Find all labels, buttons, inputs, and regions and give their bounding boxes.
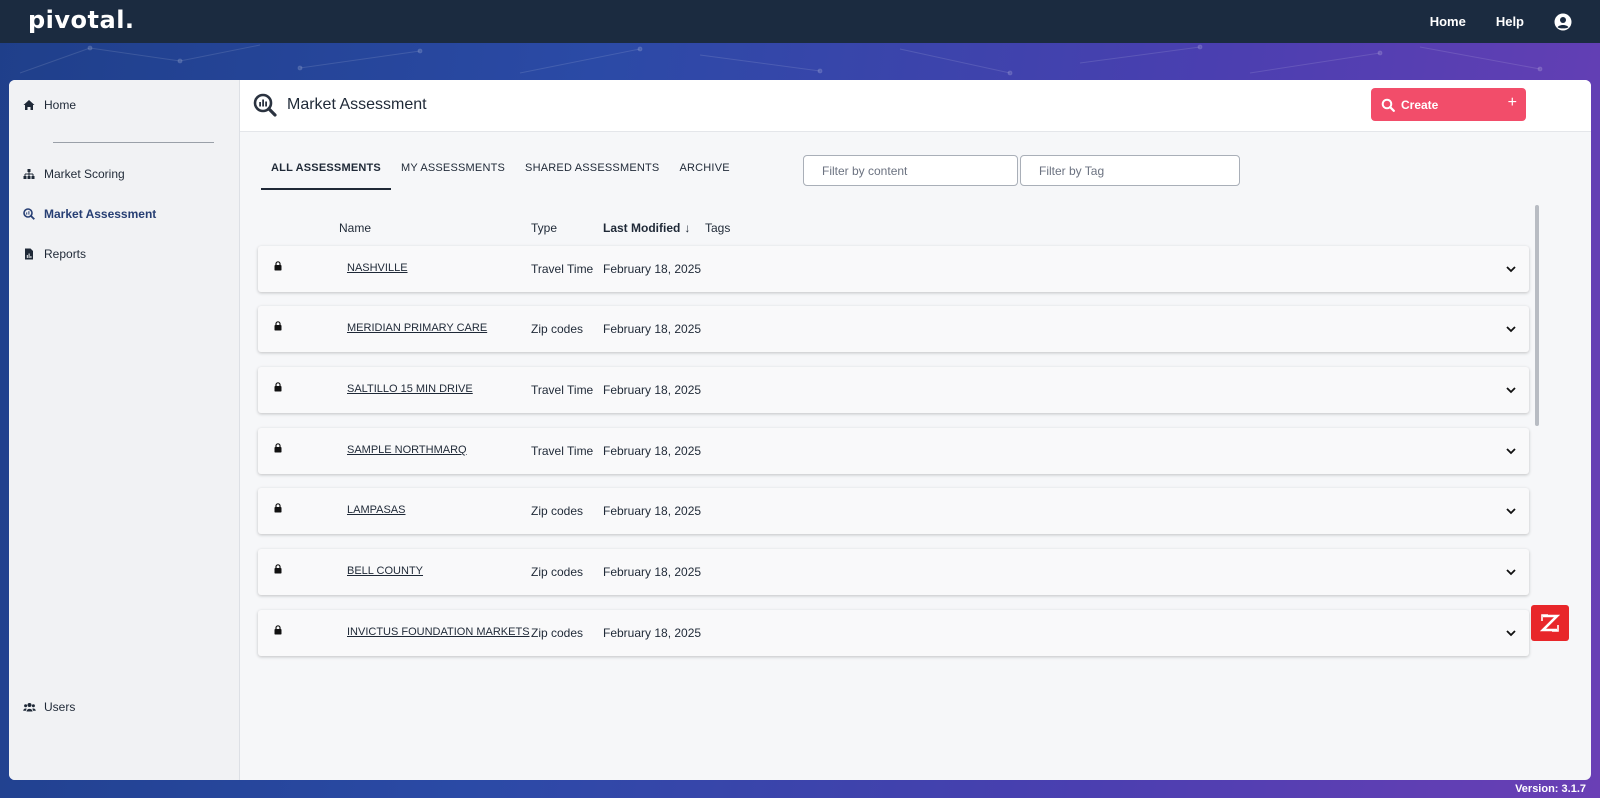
z-logo-icon bbox=[1539, 614, 1561, 632]
zendesk-widget-button[interactable] bbox=[1531, 605, 1569, 641]
table-row[interactable]: BELL COUNTY Zip codes February 18, 2025 bbox=[258, 549, 1529, 595]
lock-icon bbox=[274, 443, 282, 453]
search-chart-icon bbox=[22, 207, 36, 221]
top-nav: Home Help bbox=[1430, 0, 1572, 43]
lock-icon bbox=[274, 321, 282, 331]
assessment-date: February 18, 2025 bbox=[603, 262, 702, 276]
tab-shared-assessments[interactable]: SHARED ASSESSMENTS bbox=[515, 158, 669, 190]
top-bar: pivotal. Home Help bbox=[0, 0, 1600, 43]
column-header-last-modified-label: Last Modified bbox=[603, 221, 681, 235]
assessment-type: Travel Time bbox=[531, 383, 594, 397]
lock-icon bbox=[274, 625, 282, 635]
assessment-date: February 18, 2025 bbox=[603, 626, 702, 640]
pivotal-logo[interactable]: pivotal. bbox=[28, 6, 135, 34]
assessment-name-link[interactable]: BELL COUNTY bbox=[347, 565, 423, 577]
user-circle-icon[interactable] bbox=[1554, 13, 1572, 31]
column-header-tags[interactable]: Tags bbox=[705, 221, 730, 235]
app-card: Home Market Scoring Market Assessment Re… bbox=[9, 80, 1591, 780]
scrollbar[interactable] bbox=[1535, 205, 1539, 426]
top-nav-help-link[interactable]: Help bbox=[1496, 14, 1524, 29]
plus-icon: + bbox=[1507, 94, 1517, 111]
assessment-type: Travel Time bbox=[531, 444, 594, 458]
chevron-down-icon[interactable] bbox=[1505, 263, 1517, 275]
assessment-date: February 18, 2025 bbox=[603, 383, 702, 397]
home-icon bbox=[22, 98, 36, 112]
sidebar-item-reports[interactable]: Reports bbox=[22, 247, 86, 261]
sidebar-item-label: Market Scoring bbox=[44, 167, 125, 181]
sitemap-icon bbox=[22, 167, 36, 181]
create-button[interactable]: Create + bbox=[1371, 88, 1526, 121]
main-content: Market Assessment Create + ALL ASSESSMEN… bbox=[240, 80, 1591, 780]
chevron-down-icon[interactable] bbox=[1505, 445, 1517, 457]
assessment-name-link[interactable]: SALTILLO 15 MIN DRIVE bbox=[347, 383, 473, 395]
sort-down-icon: ↓ bbox=[684, 221, 691, 235]
sidebar-item-market-scoring[interactable]: Market Scoring bbox=[22, 167, 125, 181]
assessment-date: February 18, 2025 bbox=[603, 444, 702, 458]
sidebar-item-label: Market Assessment bbox=[44, 207, 157, 221]
chevron-down-icon[interactable] bbox=[1505, 323, 1517, 335]
users-icon bbox=[22, 700, 36, 714]
search-icon bbox=[1381, 98, 1395, 112]
tab-my-assessments[interactable]: MY ASSESSMENTS bbox=[391, 158, 515, 190]
assessment-date: February 18, 2025 bbox=[603, 565, 702, 579]
assessment-name-link[interactable]: LAMPASAS bbox=[347, 504, 406, 516]
lock-icon bbox=[274, 382, 282, 392]
table-row[interactable]: SAMPLE NORTHMARQ Travel Time February 18… bbox=[258, 428, 1529, 474]
assessment-name-link[interactable]: SAMPLE NORTHMARQ bbox=[347, 444, 467, 456]
sidebar-item-label: Users bbox=[44, 700, 76, 714]
assessment-name-link[interactable]: NASHVILLE bbox=[347, 262, 408, 274]
assessment-name-link[interactable]: INVICTUS FOUNDATION MARKETS bbox=[347, 626, 530, 638]
table-row[interactable]: LAMPASAS Zip codes February 18, 2025 bbox=[258, 488, 1529, 534]
filter-by-tag-input[interactable] bbox=[1020, 155, 1240, 186]
chevron-down-icon[interactable] bbox=[1505, 505, 1517, 517]
table-row[interactable]: MERIDIAN PRIMARY CARE Zip codes February… bbox=[258, 306, 1529, 352]
sidebar-item-home[interactable]: Home bbox=[22, 98, 76, 112]
sidebar-item-users[interactable]: Users bbox=[22, 700, 75, 714]
create-button-label: Create bbox=[1401, 97, 1439, 112]
chevron-down-icon[interactable] bbox=[1505, 566, 1517, 578]
assessment-date: February 18, 2025 bbox=[603, 322, 702, 336]
table-row[interactable]: NASHVILLE Travel Time February 18, 2025 bbox=[258, 246, 1529, 292]
sidebar-item-market-assessment[interactable]: Market Assessment bbox=[22, 207, 156, 221]
assessment-type: Zip codes bbox=[531, 565, 584, 579]
assessment-tabs: ALL ASSESSMENTS MY ASSESSMENTS SHARED AS… bbox=[261, 158, 740, 190]
version-label: Version: 3.1.7 bbox=[1515, 783, 1586, 795]
lock-icon bbox=[274, 261, 282, 271]
assessment-type: Zip codes bbox=[531, 322, 584, 336]
chevron-down-icon[interactable] bbox=[1505, 627, 1517, 639]
tab-archive[interactable]: ARCHIVE bbox=[669, 158, 739, 190]
report-icon bbox=[22, 247, 36, 261]
sidebar-item-label: Reports bbox=[44, 247, 87, 261]
page-title: Market Assessment bbox=[287, 96, 427, 113]
tab-all-assessments[interactable]: ALL ASSESSMENTS bbox=[261, 158, 391, 190]
sidebar-item-label: Home bbox=[44, 98, 77, 112]
column-header-name[interactable]: Name bbox=[339, 221, 371, 235]
column-header-last-modified[interactable]: Last Modified ↓ bbox=[603, 221, 690, 235]
lock-icon bbox=[274, 564, 282, 574]
chevron-down-icon[interactable] bbox=[1505, 384, 1517, 396]
table-row[interactable]: INVICTUS FOUNDATION MARKETS Zip codes Fe… bbox=[258, 610, 1529, 656]
sidebar-divider bbox=[53, 142, 214, 143]
filter-by-content-input[interactable] bbox=[803, 155, 1018, 186]
assessment-date: February 18, 2025 bbox=[603, 504, 702, 518]
sidebar: Home Market Scoring Market Assessment Re… bbox=[9, 80, 240, 780]
column-header-type[interactable]: Type bbox=[531, 221, 557, 235]
page-header: Market Assessment Create + bbox=[240, 80, 1591, 132]
lock-icon bbox=[274, 503, 282, 513]
search-chart-icon bbox=[253, 93, 277, 117]
assessment-name-link[interactable]: MERIDIAN PRIMARY CARE bbox=[347, 322, 487, 334]
assessment-type: Zip codes bbox=[531, 626, 584, 640]
top-nav-home-link[interactable]: Home bbox=[1430, 14, 1466, 29]
table-row[interactable]: SALTILLO 15 MIN DRIVE Travel Time Februa… bbox=[258, 367, 1529, 413]
assessment-type: Zip codes bbox=[531, 504, 584, 518]
assessment-type: Travel Time bbox=[531, 262, 594, 276]
